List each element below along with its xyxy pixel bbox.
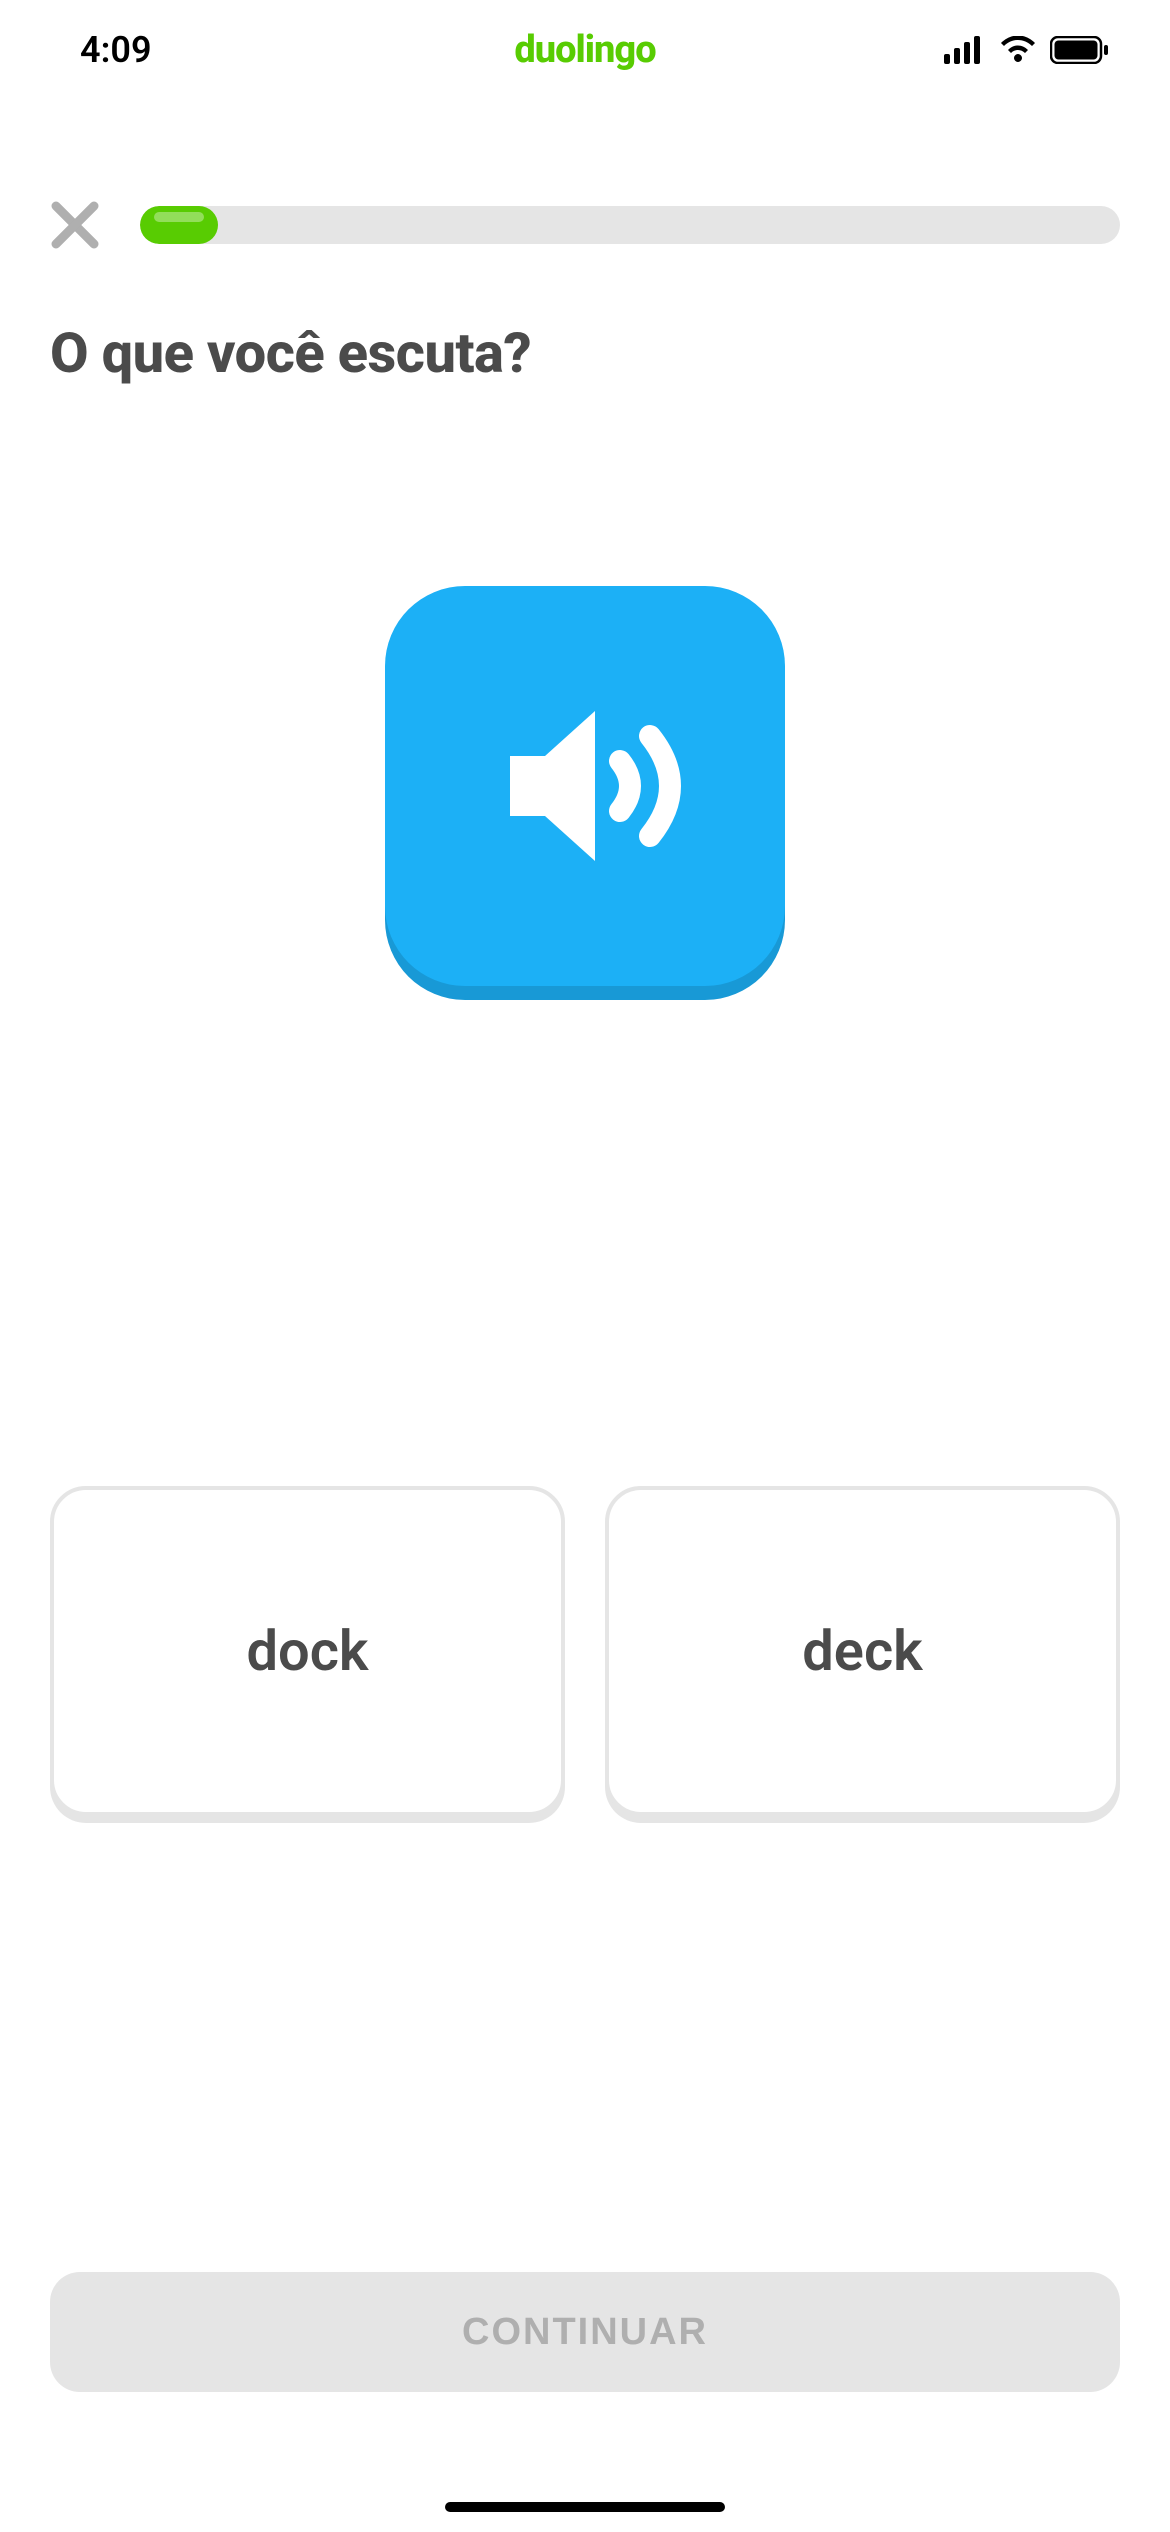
options-row: dock deck — [0, 1486, 1170, 1816]
option-label: deck — [802, 1618, 922, 1684]
continue-button[interactable]: CONTINUAR — [50, 2272, 1120, 2392]
app-name-logo: duolingo — [514, 28, 655, 72]
speaker-container — [0, 586, 1170, 986]
question-title: O que você escuta? — [0, 320, 1170, 386]
option-card-2[interactable]: deck — [605, 1486, 1120, 1816]
lesson-header — [0, 200, 1170, 250]
status-indicators — [944, 36, 1110, 64]
cellular-icon — [944, 36, 986, 64]
option-label: dock — [247, 1618, 369, 1684]
status-time: 4:09 — [80, 29, 152, 71]
home-indicator — [445, 2502, 725, 2512]
progress-bar — [140, 206, 1120, 244]
wifi-icon — [998, 36, 1038, 64]
close-icon — [50, 200, 100, 250]
play-audio-button[interactable] — [385, 586, 785, 986]
option-card-1[interactable]: dock — [50, 1486, 565, 1816]
progress-fill — [140, 206, 218, 244]
footer-area: CONTINUAR — [50, 2272, 1120, 2392]
battery-icon — [1050, 36, 1110, 64]
status-bar: 4:09 duolingo — [0, 0, 1170, 100]
close-button[interactable] — [50, 200, 100, 250]
speaker-icon — [465, 666, 705, 906]
